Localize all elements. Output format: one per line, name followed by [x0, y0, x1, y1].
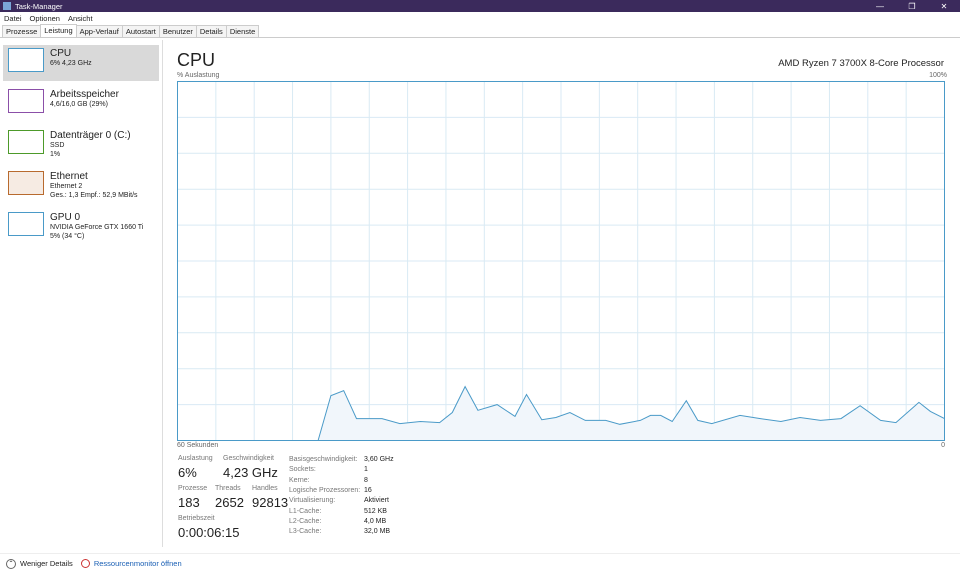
spec-value: 16 — [364, 486, 372, 494]
spec-label: Basisgeschwindigkeit: — [289, 456, 358, 463]
spec-label: Kerne: — [289, 476, 310, 484]
spec-label: Virtualisierung: — [289, 497, 336, 505]
tab-bar: Prozesse Leistung App-Verlauf Autostart … — [0, 24, 960, 38]
y-max-label: 100% — [929, 72, 947, 79]
handles-label: Handles — [252, 485, 278, 492]
tab-details[interactable]: Details — [195, 25, 227, 37]
resource-monitor-icon — [80, 559, 90, 568]
sidebar-item-line2: Ges.: 1,3 Empf.: 52,9 MBit/s — [50, 192, 138, 199]
prozesse-label: Prozesse — [178, 485, 208, 492]
thumbnail-graph-icon — [8, 212, 44, 236]
tab-leistung[interactable]: Leistung — [40, 24, 77, 37]
sidebar-item-line1: SSD — [50, 142, 65, 149]
speed-value: 4,23 GHz — [223, 465, 278, 480]
prozesse-value: 183 — [178, 495, 200, 510]
sidebar-item-name: Datenträger 0 (C:) — [50, 130, 131, 141]
sidebar-item-line1: 4,6/16,0 GB (29%) — [50, 101, 108, 108]
spec-value: 3,60 GHz — [364, 456, 394, 463]
uptime-label: Betriebszeit — [178, 515, 215, 522]
spec-value: 4,0 MB — [364, 517, 387, 525]
menu-optionen[interactable]: Optionen — [30, 14, 60, 23]
window-title: Task-Manager — [15, 1, 63, 11]
thumbnail-graph-icon — [8, 48, 44, 72]
menu-datei[interactable]: Datei — [4, 14, 22, 23]
tab-prozesse[interactable]: Prozesse — [2, 25, 42, 37]
handles-value: 92813 — [252, 495, 289, 510]
sidebar-item-line1: NVIDIA GeForce GTX 1660 Ti — [50, 224, 144, 231]
threads-value: 2652 — [215, 495, 244, 510]
sidebar-item-name: Arbeitsspeicher — [50, 89, 119, 100]
thumbnail-graph-icon — [8, 130, 44, 154]
thumbnail-graph-icon — [8, 89, 44, 113]
tab-dienste[interactable]: Dienste — [225, 25, 260, 37]
sidebar-item-0[interactable]: CPU 6% 4,23 GHz — [3, 45, 159, 81]
x-axis-right-label: 0 — [941, 442, 945, 449]
sidebar-item-name: CPU — [50, 48, 72, 59]
footer: ⌃ Weniger Details Ressourcenmonitor öffn… — [0, 553, 960, 573]
x-axis-left-label: 60 Sekunden — [177, 442, 219, 449]
sidebar-item-line2: 1% — [50, 151, 61, 158]
close-button[interactable]: ✕ — [928, 2, 960, 11]
minimize-button[interactable]: — — [864, 2, 896, 11]
sidebar-item-name: Ethernet — [50, 171, 88, 182]
uptime-value: 0:00:06:15 — [178, 525, 240, 540]
sidebar-item-line2: 5% (34 °C) — [50, 233, 85, 240]
threads-label: Threads — [215, 485, 241, 492]
spec-label: L2-Cache: — [289, 517, 322, 525]
spec-value: 1 — [364, 466, 368, 474]
less-details-button[interactable]: Weniger Details — [20, 559, 73, 568]
resource-monitor-link[interactable]: Ressourcenmonitor öffnen — [94, 559, 182, 568]
spec-value: Aktiviert — [364, 497, 389, 505]
spec-label: Sockets: — [289, 466, 316, 474]
sidebar-item-2[interactable]: Datenträger 0 (C:) SSD 1% — [3, 127, 159, 163]
app-icon — [3, 2, 11, 10]
spec-value: 512 KB — [364, 507, 387, 515]
sidebar-item-line1: 6% 4,23 GHz — [50, 60, 92, 67]
title-bar: Task-Manager — ❐ ✕ — [0, 0, 960, 12]
menu-bar: Datei Optionen Ansicht — [0, 12, 960, 25]
page-title: CPU — [177, 50, 216, 70]
tab-app-verlauf[interactable]: App-Verlauf — [75, 25, 123, 37]
sidebar-item-1[interactable]: Arbeitsspeicher 4,6/16,0 GB (29%) — [3, 86, 159, 122]
maximize-button[interactable]: ❐ — [896, 2, 928, 11]
processor-name: AMD Ryzen 7 3700X 8-Core Processor — [778, 58, 944, 69]
spec-label: L3-Cache: — [289, 528, 322, 536]
y-axis-label: % Auslastung — [177, 72, 220, 79]
thumbnail-graph-icon — [8, 171, 44, 195]
sidebar-item-line1: Ethernet 2 — [50, 183, 83, 190]
spec-value: 8 — [364, 476, 368, 484]
auslastung-label: Auslastung — [178, 455, 213, 462]
spec-label: Logische Prozessoren: — [289, 486, 361, 494]
spec-label: L1-Cache: — [289, 507, 322, 515]
chevron-up-icon[interactable]: ⌃ — [6, 558, 16, 569]
auslastung-value: 6% — [178, 465, 197, 480]
speed-label: Geschwindigkeit — [223, 455, 274, 462]
spec-value: 32,0 MB — [364, 528, 391, 536]
sidebar-item-4[interactable]: GPU 0 NVIDIA GeForce GTX 1660 Ti 5% (34 … — [3, 209, 159, 245]
sidebar-item-name: GPU 0 — [50, 212, 81, 223]
tab-benutzer[interactable]: Benutzer — [158, 25, 197, 37]
menu-ansicht[interactable]: Ansicht — [68, 14, 93, 23]
tab-autostart[interactable]: Autostart — [121, 25, 160, 37]
sidebar-item-3[interactable]: Ethernet Ethernet 2 Ges.: 1,3 Empf.: 52,… — [3, 168, 159, 204]
resource-sidebar: CPU 6% 4,23 GHz Arbeitsspeicher 4,6/16,0… — [0, 40, 163, 547]
cpu-usage-chart — [177, 81, 945, 441]
